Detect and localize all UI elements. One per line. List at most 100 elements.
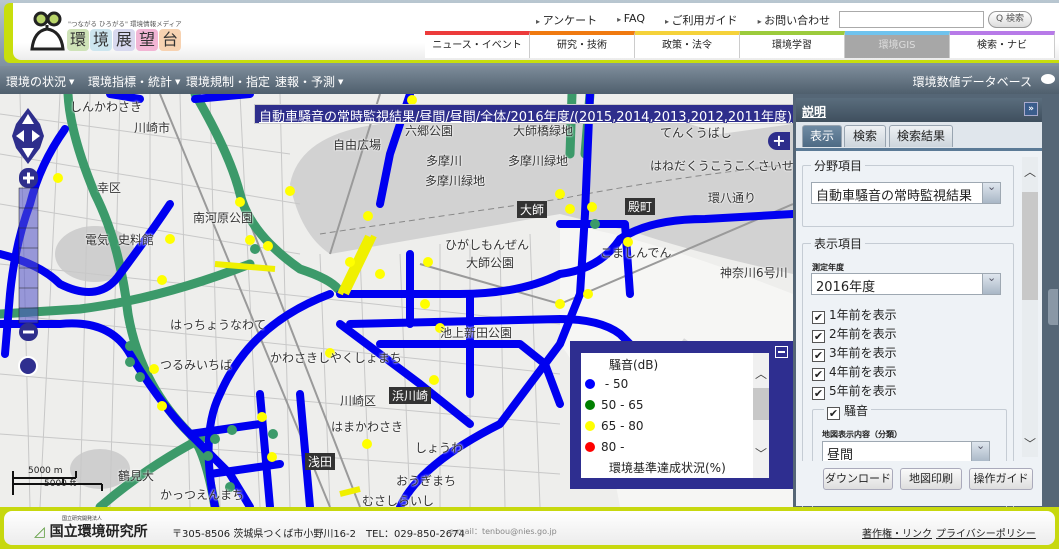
year-select[interactable]: 2016年度 [811,271,1001,295]
side-tab[interactable]: 表示 [802,125,842,147]
checkbox-checked-icon[interactable]: ✔ [812,330,825,343]
monitoring-point[interactable] [363,211,373,221]
monitoring-point[interactable] [587,202,597,212]
monitoring-point[interactable] [250,244,260,254]
monitoring-point[interactable] [227,425,237,435]
year-checkbox[interactable]: ✔ 3年前を表示 [812,344,897,362]
menu-item[interactable]: 環境規制・指定 [186,73,270,90]
monitoring-point[interactable] [345,257,355,267]
monitoring-point[interactable] [429,375,439,385]
pan-control[interactable] [10,106,46,166]
nav-tab[interactable]: 環境学習 [740,31,845,58]
monitoring-point[interactable] [565,204,575,214]
legend-minimize-button[interactable] [775,346,788,358]
map-layer-title[interactable]: 自動車騒音の常時監視結果/昼間/昼間/全体/2016年度/(2015,2014,… [254,104,793,125]
monitoring-point[interactable] [263,241,273,251]
checkbox-checked-icon[interactable]: ✔ [812,311,825,324]
panel-button[interactable]: ダウンロード [823,468,893,490]
chevron-down-icon[interactable]: ﹀ [1024,435,1036,452]
legend-scrollbar[interactable]: ︿ ﹀ [753,353,769,478]
nav-tab[interactable]: 検索・ナビ [950,31,1055,58]
monitoring-point[interactable] [203,451,213,461]
chevron-down-icon[interactable] [982,180,1000,203]
chevron-up-icon[interactable]: ︿ [1024,163,1036,180]
nav-tab[interactable]: ニュース・イベント [425,31,530,58]
chevron-down-icon[interactable] [971,439,989,462]
field-select[interactable]: 自動車騒音の常時監視結果 [811,180,1001,204]
monitoring-point[interactable] [165,234,175,244]
nav-tab[interactable]: 研究・技術 [530,31,635,58]
monitoring-point[interactable] [420,299,430,309]
nav-tab[interactable]: 環境GIS [845,31,950,58]
monitoring-point[interactable] [362,439,372,449]
org-logo[interactable]: ◿ 国立環境研究所 [34,521,148,541]
menu-item[interactable]: 環境指標・統計 ▼ [88,73,180,90]
year-checkbox[interactable]: ✔ 2年前を表示 [812,325,897,343]
checkbox-checked-icon[interactable]: ✔ [827,407,840,420]
panel-resize-handle[interactable] [1048,289,1058,325]
checkbox-checked-icon[interactable]: ✔ [812,368,825,381]
monitoring-point[interactable] [590,219,600,229]
year-checkbox[interactable]: ✔ 4年前を表示 [812,363,897,381]
top-link[interactable]: アンケート [536,12,598,28]
copyright-link[interactable]: 著作権・リンク [862,525,932,540]
side-tab[interactable]: 検索結果 [889,125,953,147]
speech-bubble-icon[interactable] [1041,74,1055,84]
search-button[interactable]: Q 検索 [988,11,1032,28]
monitoring-point[interactable] [157,401,167,411]
year-checkbox[interactable]: ✔ 1年前を表示 [812,306,897,324]
monitoring-point[interactable] [235,197,245,207]
monitoring-point[interactable] [268,429,278,439]
monitoring-point[interactable] [125,341,135,351]
panel-button[interactable]: 操作ガイド [969,468,1033,490]
monitoring-point[interactable] [135,372,145,382]
monitoring-point[interactable] [149,364,159,374]
monitoring-point[interactable] [555,299,565,309]
monitoring-point[interactable] [285,186,295,196]
monitoring-point[interactable] [375,269,385,279]
search-input[interactable] [839,11,984,28]
monitoring-point[interactable] [583,289,593,299]
dropdown-arrow-icon: ▼ [175,78,181,86]
side-panel-title[interactable]: 説明 [802,103,826,120]
monitoring-point[interactable] [267,452,277,462]
map-station-label: 浜川崎 [389,387,432,404]
monitoring-point[interactable] [210,434,220,444]
chevron-down-icon[interactable] [982,271,1000,294]
legend-scroll-thumb[interactable] [753,388,769,420]
site-logo[interactable]: "つながる ひろがる" 環境情報メディア 環境展望台 [28,7,188,57]
chevron-up-icon[interactable]: ︿ [755,365,767,382]
map-place-label: つるみいちば [160,358,233,372]
top-link[interactable]: FAQ [617,12,645,28]
menu-item[interactable]: 環境の状況 ▼ [6,73,74,90]
content-select[interactable]: 昼間 [822,439,990,463]
monitoring-point[interactable] [555,189,565,199]
year-checkbox[interactable]: ✔ 5年前を表示 [812,382,897,400]
checkbox-checked-icon[interactable]: ✔ [812,349,825,362]
nav-tab[interactable]: 政策・法令 [635,31,740,58]
side-scroll-thumb[interactable] [1022,192,1038,300]
checkbox-checked-icon[interactable]: ✔ [812,387,825,400]
logo-title: 環境展望台 [67,29,181,51]
map-view[interactable]: しんかわさき 川崎市 幸区 南河原公園 電気 史料館 自由広場 六郷公園 多摩川 多摩川緑地 大師橋… [0,94,793,507]
globe-icon[interactable] [18,356,38,376]
menu-item[interactable]: 速報・予測 ▼ [275,73,343,90]
side-scrollbar[interactable]: ︿ ﹀ [1022,157,1038,457]
noise-checkbox[interactable]: ✔ 騒音 [824,402,872,420]
monitoring-point[interactable] [423,257,433,267]
map-expand-button[interactable]: + [768,132,790,150]
monitoring-point[interactable] [53,173,63,183]
collapse-panel-button[interactable]: » [1024,102,1038,116]
monitoring-point[interactable] [157,275,167,285]
chevron-down-icon[interactable]: ﹀ [755,445,767,462]
monitoring-point[interactable] [125,357,135,367]
top-link[interactable]: お問い合わせ [758,12,830,28]
top-link[interactable]: ご利用ガイド [665,12,738,28]
monitoring-point[interactable] [257,412,267,422]
zoom-slider[interactable] [18,168,39,343]
database-link[interactable]: 環境数値データベース [913,73,1032,90]
monitoring-point[interactable] [245,235,255,245]
side-tab[interactable]: 検索 [844,125,886,147]
panel-button[interactable]: 地図印刷 [900,468,962,490]
privacy-link[interactable]: プライバシーポリシー [936,525,1036,540]
